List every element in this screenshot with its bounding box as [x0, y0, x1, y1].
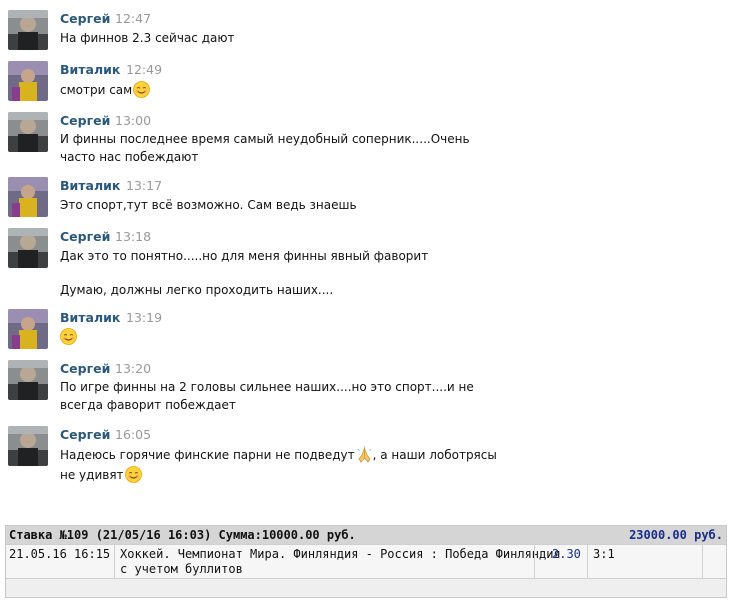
column-divider: [702, 545, 703, 578]
message-time: 13:17: [126, 178, 163, 193]
column-divider: [587, 545, 588, 578]
message-time: 13:00: [115, 113, 152, 128]
message-text: Это спорт,тут всё возможно. Сам ведь зна…: [60, 198, 357, 212]
message-author[interactable]: Сергей: [60, 11, 110, 26]
avatar-sergey[interactable]: [8, 360, 48, 400]
message-text: Надеюсь горячие финские парни не подведу…: [60, 446, 497, 463]
message-text: По игре финны на 2 головы сильнее наших.…: [60, 380, 474, 394]
message-text: [60, 328, 77, 345]
bet-score: 3:1: [593, 547, 615, 561]
message-text-content: смотри сам: [60, 83, 133, 97]
message-text-content: не удивят: [60, 468, 124, 482]
message-text: На финнов 2.3 сейчас дают: [60, 31, 235, 45]
avatar-sergey[interactable]: [8, 426, 48, 466]
message-text: не удивят: [60, 466, 142, 483]
bet-header: Ставка №109 (21/05/16 16:03) Сумма:10000…: [6, 526, 726, 544]
message-time: 13:18: [115, 229, 152, 244]
avatar-sergey[interactable]: [8, 228, 48, 268]
bet-payout-total: 23000.00 руб.: [629, 528, 723, 542]
message-author[interactable]: Сергей: [60, 361, 110, 376]
avatar-vitalik[interactable]: [8, 177, 48, 217]
avatar-vitalik[interactable]: [8, 61, 48, 101]
bet-event: Хоккей. Чемпионат Мира. Финляндия - Росс…: [120, 547, 561, 577]
message-author[interactable]: Сергей: [60, 427, 110, 442]
message-time: 12:47: [115, 11, 152, 26]
column-divider: [534, 545, 535, 578]
message-author[interactable]: Сергей: [60, 229, 110, 244]
message-text: смотри сам: [60, 81, 151, 98]
message-author[interactable]: Виталик: [60, 178, 120, 193]
message-text: всегда фаворит побеждает: [60, 398, 236, 412]
message-text: Дак это то понятно.....но для меня финны…: [60, 249, 429, 263]
message-time: 16:05: [115, 427, 152, 442]
avatar-sergey[interactable]: [8, 112, 48, 152]
message-time: 13:19: [126, 310, 163, 325]
message-author[interactable]: Виталик: [60, 62, 120, 77]
message-text: И финны последнее время самый неудобный …: [60, 132, 470, 146]
bet-title: Ставка №109 (21/05/16 16:03) Сумма:10000…: [9, 528, 356, 542]
message-text-content: , а наши лоботрясы: [372, 448, 497, 462]
avatar-sergey[interactable]: [8, 10, 48, 50]
bet-event-line: с учетом буллитов: [120, 562, 243, 576]
message-author[interactable]: Виталик: [60, 310, 120, 325]
bet-odds: 2.30: [552, 547, 581, 561]
message-time: 12:49: [126, 62, 163, 77]
message-time: 13:20: [115, 361, 152, 376]
bet-datetime: 21.05.16 16:15: [9, 547, 111, 561]
bet-ticket: Ставка №109 (21/05/16 16:03) Сумма:10000…: [5, 525, 727, 598]
table-row: 21.05.16 16:15 Хоккей. Чемпионат Мира. Ф…: [6, 544, 726, 579]
message-text: часто нас побеждают: [60, 150, 199, 164]
smiling-face-icon: [60, 328, 77, 345]
message-text-content: Надеюсь горячие финские парни не подведу…: [60, 448, 355, 462]
avatar-vitalik[interactable]: [8, 309, 48, 349]
smiling-face-icon: [124, 466, 142, 483]
folded-hands-icon: [356, 446, 373, 463]
bet-event-line: Хоккей. Чемпионат Мира. Финляндия - Росс…: [120, 547, 561, 561]
message-text: Думаю, должны легко проходить наших....: [60, 283, 334, 297]
column-divider: [114, 545, 115, 578]
smiling-face-icon: [133, 81, 151, 98]
message-author[interactable]: Сергей: [60, 113, 110, 128]
